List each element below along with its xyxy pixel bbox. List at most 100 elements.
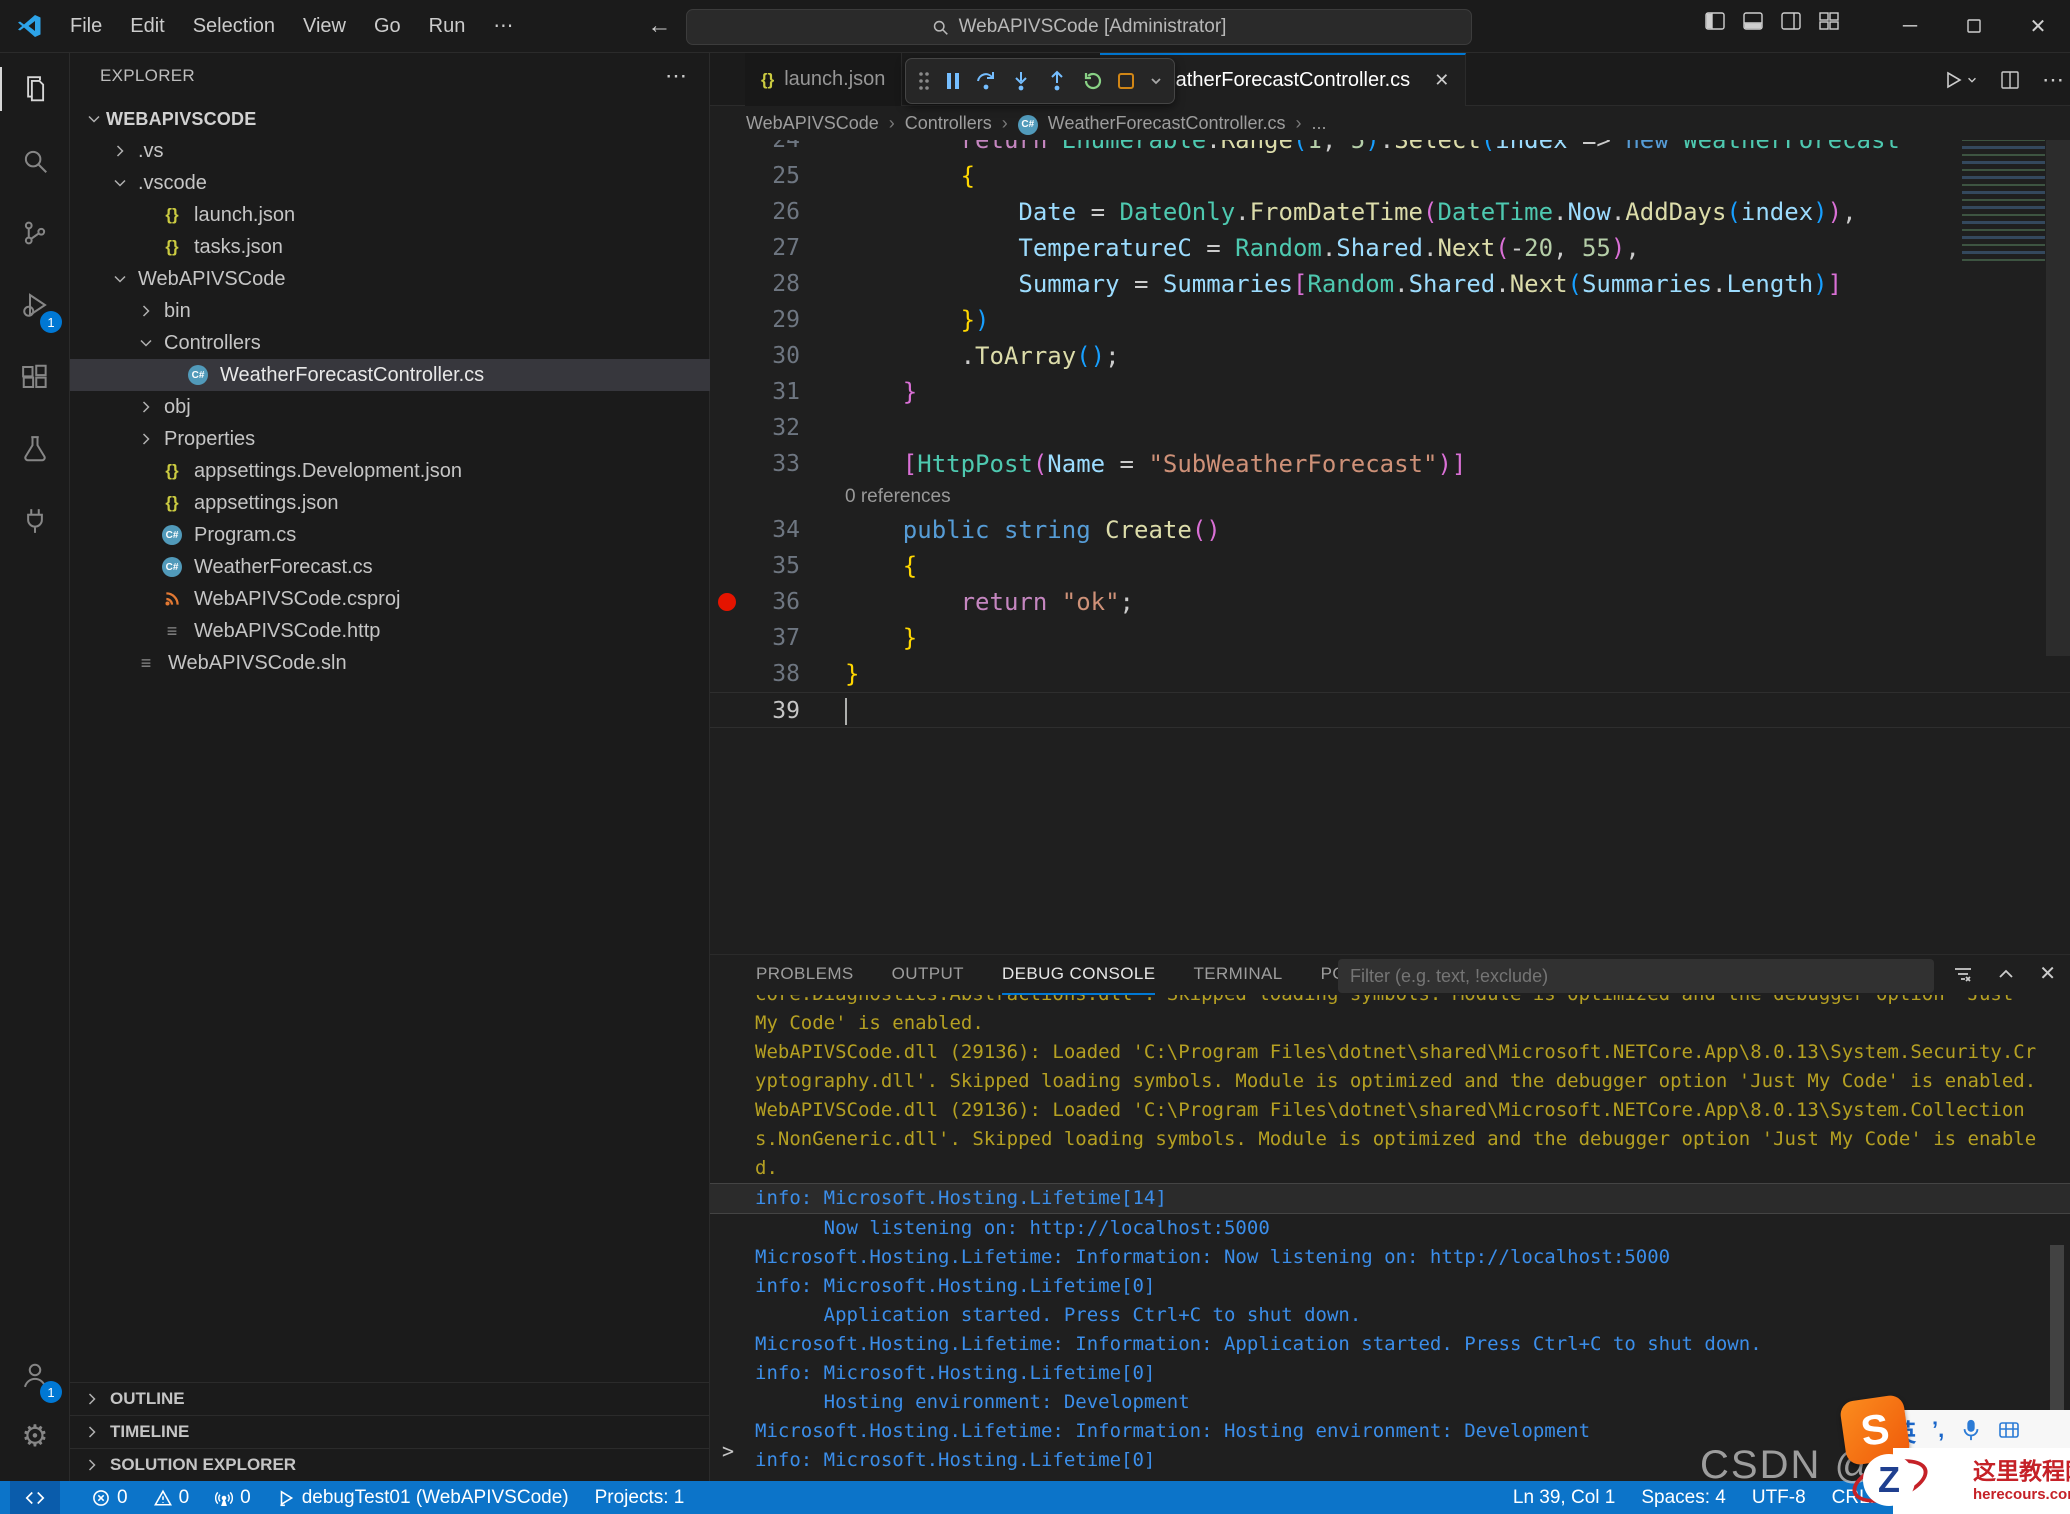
ime-punctuation[interactable]: ’,: [1932, 1417, 1944, 1443]
status-item[interactable]: Projects: 1: [595, 1487, 685, 1509]
code-line-34[interactable]: 34 public string Create(): [710, 512, 2070, 548]
status-debug-start-icon[interactable]: debugTest01 (WebAPIVSCode): [277, 1487, 569, 1509]
search-icon[interactable]: [0, 125, 70, 197]
status-item[interactable]: UTF-8: [1752, 1487, 1806, 1509]
breadcrumb-item[interactable]: WebAPIVSCode: [746, 113, 879, 134]
section-timeline[interactable]: TIMELINE: [70, 1415, 710, 1448]
maximize-icon[interactable]: [1942, 0, 2006, 52]
section-solution-explorer[interactable]: SOLUTION EXPLORER: [70, 1448, 710, 1481]
files-icon[interactable]: [0, 53, 70, 125]
code-line-35[interactable]: 35 {: [710, 548, 2070, 584]
tree-item-bin[interactable]: bin: [70, 295, 710, 327]
menu-selection[interactable]: Selection: [179, 15, 289, 37]
code-line-28[interactable]: 28 Summary = Summaries[Random.Shared.Nex…: [710, 266, 2070, 302]
customize-layout-icon[interactable]: [1818, 10, 1840, 32]
tree-item-WebAPIVSCode.sln[interactable]: ≡ WebAPIVSCode.sln: [70, 647, 710, 679]
panel-scrollbar[interactable]: [2050, 1245, 2064, 1410]
toggle-panel-icon[interactable]: [1742, 10, 1764, 32]
editor-more-actions-icon[interactable]: ⋯: [2042, 67, 2064, 93]
line-number[interactable]: 38: [720, 656, 800, 692]
code-line-25[interactable]: 25 {: [710, 158, 2070, 194]
tree-item-.vscode[interactable]: .vscode: [70, 167, 710, 199]
close-icon[interactable]: ✕: [2006, 0, 2070, 52]
code-line-38[interactable]: 38}: [710, 656, 2070, 692]
console-filter[interactable]: [1338, 959, 1934, 993]
toggle-secondary-sidebar-icon[interactable]: [1780, 10, 1802, 32]
line-number[interactable]: 37: [720, 620, 800, 656]
command-center-search[interactable]: WebAPIVSCode [Administrator]: [686, 9, 1472, 45]
tree-item-launch.json[interactable]: {} launch.json: [70, 199, 710, 231]
console-filter-input[interactable]: [1338, 965, 1934, 987]
testing-beaker-icon[interactable]: [0, 413, 70, 485]
line-number[interactable]: 28: [720, 266, 800, 302]
status-item[interactable]: Spaces: 4: [1641, 1487, 1726, 1509]
menu-edit[interactable]: Edit: [116, 15, 178, 37]
status-broadcast-icon[interactable]: 0: [215, 1487, 251, 1509]
tree-item-appsettings.Development.json[interactable]: {} appsettings.Development.json: [70, 455, 710, 487]
tab-close-icon[interactable]: ✕: [1434, 70, 1449, 91]
debug-session-dropdown-icon[interactable]: [1149, 74, 1163, 88]
restart-icon[interactable]: [1081, 70, 1103, 92]
split-editor-icon[interactable]: [2000, 70, 2020, 90]
stop-icon[interactable]: [1116, 71, 1136, 91]
code-line-29[interactable]: 29 }): [710, 302, 2070, 338]
line-number[interactable]: 36: [720, 584, 800, 620]
toolbar-drag-grip[interactable]: [917, 70, 931, 92]
section-outline[interactable]: OUTLINE: [70, 1382, 710, 1415]
line-number[interactable]: 25: [720, 158, 800, 194]
extensions-icon[interactable]: [0, 341, 70, 413]
tree-item-Program.cs[interactable]: C# Program.cs: [70, 519, 710, 551]
tree-item-Properties[interactable]: Properties: [70, 423, 710, 455]
menu-⋯[interactable]: ⋯: [479, 15, 527, 37]
line-number[interactable]: 26: [720, 194, 800, 230]
code-line-27[interactable]: 27 TemperatureC = Random.Shared.Next(-20…: [710, 230, 2070, 266]
tree-item-obj[interactable]: obj: [70, 391, 710, 423]
step-out-icon[interactable]: [1046, 70, 1068, 92]
codelens-references[interactable]: 0 references: [710, 482, 2070, 512]
status-warning-icon[interactable]: 0: [153, 1487, 189, 1509]
toggle-sidebar-icon[interactable]: [1704, 10, 1726, 32]
code-line-26[interactable]: 26 Date = DateOnly.FromDateTime(DateTime…: [710, 194, 2070, 230]
console-input-prompt[interactable]: >: [722, 1439, 734, 1463]
run-debug-icon[interactable]: 1: [0, 269, 70, 341]
breadcrumb-item[interactable]: WeatherForecastController.cs: [1048, 113, 1286, 134]
tree-item-WeatherForecast.cs[interactable]: C# WeatherForecast.cs: [70, 551, 710, 583]
code-line-32[interactable]: 32: [710, 410, 2070, 446]
line-number[interactable]: 31: [720, 374, 800, 410]
microphone-icon[interactable]: [1960, 1417, 1982, 1443]
run-button[interactable]: [1943, 70, 1978, 90]
code-line-36[interactable]: 36 return "ok";: [710, 584, 2070, 620]
tab-launch.json[interactable]: {} launch.json: [745, 53, 903, 106]
code-line-37[interactable]: 37 }: [710, 620, 2070, 656]
code-line-31[interactable]: 31 }: [710, 374, 2070, 410]
panel-tab-output[interactable]: OUTPUT: [892, 955, 964, 995]
tree-item-WEBAPIVSCODE[interactable]: WEBAPIVSCODE: [70, 103, 710, 135]
tree-item-WebAPIVSCode[interactable]: WebAPIVSCode: [70, 263, 710, 295]
nav-back-icon[interactable]: ←: [647, 12, 671, 40]
menu-run[interactable]: Run: [415, 15, 480, 37]
tree-item-WebAPIVSCode.csproj[interactable]: WebAPIVSCode.csproj: [70, 583, 710, 615]
step-over-icon[interactable]: [975, 70, 997, 92]
breadcrumb-item[interactable]: ...: [1312, 113, 1327, 134]
line-number[interactable]: 35: [720, 548, 800, 584]
pause-icon[interactable]: [944, 71, 962, 91]
minimize-icon[interactable]: ─: [1878, 0, 1942, 52]
menu-view[interactable]: View: [289, 15, 360, 37]
code-line-39[interactable]: 39: [710, 692, 2070, 728]
tree-item-tasks.json[interactable]: {} tasks.json: [70, 231, 710, 263]
close-panel-icon[interactable]: ✕: [2039, 961, 2056, 986]
settings-gear-icon[interactable]: ⚙: [0, 1401, 70, 1473]
line-number[interactable]: 34: [720, 512, 800, 548]
panel-tab-debug-console[interactable]: DEBUG CONSOLE: [1001, 955, 1156, 995]
code-line-33[interactable]: 33 [HttpPost(Name = "SubWeatherForecast"…: [710, 446, 2070, 482]
step-into-icon[interactable]: [1010, 70, 1032, 92]
line-number[interactable]: 33: [720, 446, 800, 482]
line-number[interactable]: 39: [720, 693, 800, 729]
console-filter-icon[interactable]: [1953, 964, 1973, 984]
tree-item-.vs[interactable]: .vs: [70, 135, 710, 167]
panel-tab-terminal[interactable]: TERMINAL: [1193, 955, 1282, 995]
tree-item-WeatherForecastController.cs[interactable]: C# WeatherForecastController.cs: [70, 359, 710, 391]
line-number[interactable]: 29: [720, 302, 800, 338]
panel-tab-problems[interactable]: PROBLEMS: [756, 955, 854, 995]
editor-scrollbar[interactable]: [2046, 96, 2070, 656]
